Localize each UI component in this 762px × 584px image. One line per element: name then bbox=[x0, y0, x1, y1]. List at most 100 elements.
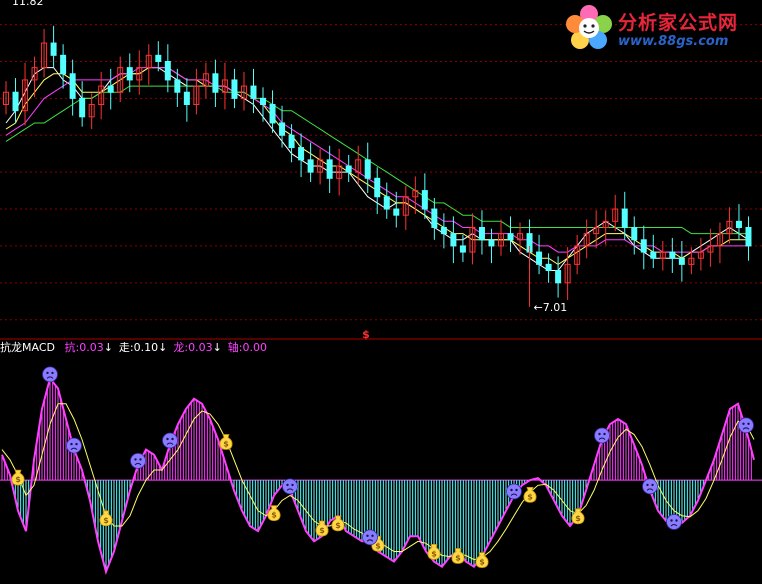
legend-label: 轴: bbox=[227, 341, 243, 354]
candle-body bbox=[393, 208, 400, 216]
svg-text:$: $ bbox=[575, 514, 581, 523]
legend-value: 0.10 bbox=[133, 341, 159, 354]
low-price-text: ←7.01 bbox=[534, 301, 568, 314]
candle-body bbox=[507, 233, 514, 241]
candle-body bbox=[269, 104, 276, 124]
candle-body bbox=[450, 233, 457, 247]
sad-face-icon bbox=[738, 417, 754, 434]
candle-body bbox=[440, 226, 447, 235]
stock-chart: $ 11.82 ←7.01 $ $ $ $ $ $ $ $ $ $ $ $ bbox=[0, 0, 762, 576]
candle-body bbox=[260, 97, 267, 106]
svg-text:$: $ bbox=[103, 516, 109, 525]
candle-body bbox=[735, 220, 742, 228]
legend-item: 抗: 0.03↓ bbox=[64, 340, 112, 356]
candle-body bbox=[231, 79, 238, 99]
money-bag-icon: $ bbox=[523, 486, 537, 503]
legend-arrow: ↓ bbox=[158, 341, 168, 354]
legend-value: 0.03 bbox=[188, 341, 213, 354]
candle-body bbox=[536, 251, 543, 265]
candle-body bbox=[69, 73, 76, 99]
legend-label: 抗: bbox=[64, 341, 80, 354]
svg-text:$: $ bbox=[527, 492, 533, 501]
sad-face-icon bbox=[130, 452, 146, 469]
candle-body bbox=[50, 42, 57, 56]
legend-value: 0.03 bbox=[79, 341, 104, 354]
svg-text:$: $ bbox=[431, 549, 437, 558]
candle-body bbox=[631, 226, 638, 241]
candle-body bbox=[326, 159, 333, 179]
candle-body bbox=[374, 177, 381, 198]
sad-face-icon bbox=[666, 514, 682, 530]
svg-text:$: $ bbox=[479, 558, 485, 567]
legend-item: 龙: 0.03↓ bbox=[173, 340, 221, 356]
candle-body bbox=[288, 134, 295, 149]
svg-text:$: $ bbox=[319, 526, 325, 535]
candle-body bbox=[174, 79, 181, 93]
candle-body bbox=[307, 159, 314, 173]
candle-body bbox=[383, 196, 390, 210]
money-bag-icon: $ bbox=[219, 434, 233, 450]
candle-body bbox=[345, 165, 352, 173]
money-bag-icon: $ bbox=[451, 548, 465, 564]
candle-body bbox=[183, 91, 190, 106]
sad-face-icon bbox=[506, 483, 522, 500]
indicator-values: 抗: 0.03↓ 走: 0.10↓ 龙: 0.03↓ 轴: 0.00 bbox=[58, 340, 267, 356]
legend-arrow: ↓ bbox=[103, 341, 113, 354]
svg-text:$: $ bbox=[375, 541, 381, 550]
candle-body bbox=[364, 159, 371, 179]
sad-face-icon bbox=[594, 427, 610, 444]
logo-url: www.88gs.com bbox=[618, 34, 729, 49]
money-bag-icon: $ bbox=[571, 508, 585, 525]
candle-body bbox=[478, 226, 485, 241]
sad-face-icon bbox=[282, 478, 298, 495]
svg-text:$: $ bbox=[455, 554, 461, 563]
candle-body bbox=[678, 257, 685, 265]
candle-body bbox=[431, 208, 438, 228]
sad-face-icon bbox=[42, 366, 58, 383]
price-grid bbox=[0, 24, 762, 321]
price-high-label: 11.82 bbox=[12, 0, 44, 8]
svg-text:$: $ bbox=[223, 440, 229, 449]
candle-body bbox=[279, 122, 286, 136]
sad-face-icon bbox=[66, 437, 82, 454]
candle-body bbox=[650, 251, 657, 259]
indicator-name: 抗龙MACD bbox=[0, 341, 55, 354]
indicator-legend: 抗龙MACD 抗: 0.03↓ 走: 0.10↓ 龙: 0.03↓ 轴: 0.00 bbox=[0, 340, 267, 356]
legend-label: 走: bbox=[118, 341, 134, 354]
flower-logo-icon bbox=[566, 5, 612, 49]
money-bag-icon: $ bbox=[99, 510, 113, 527]
candle-body bbox=[164, 60, 171, 81]
candle-body bbox=[212, 73, 219, 93]
candle-body bbox=[621, 208, 628, 228]
site-logo: 分析家公式网 www.88gs.com bbox=[562, 2, 758, 54]
candle-body bbox=[640, 239, 647, 253]
candle-body bbox=[60, 54, 67, 75]
svg-text:$: $ bbox=[335, 521, 341, 530]
candle-body bbox=[298, 147, 305, 161]
candle-body bbox=[488, 239, 495, 247]
candle-body bbox=[107, 85, 114, 93]
candle-body bbox=[459, 245, 466, 253]
candle-body bbox=[126, 67, 133, 81]
divider-marker: $ bbox=[362, 328, 370, 341]
legend-item: 轴: 0.00 bbox=[228, 340, 267, 356]
candle-body bbox=[745, 226, 752, 247]
candle-body bbox=[421, 190, 428, 210]
legend-label: 龙: bbox=[173, 341, 189, 354]
logo-title: 分析家公式网 bbox=[618, 12, 739, 34]
candle-body bbox=[555, 270, 562, 284]
candlesticks bbox=[3, 25, 752, 301]
candle-body bbox=[545, 263, 552, 272]
legend-item: 走: 0.10↓ bbox=[119, 340, 167, 356]
svg-text:$: $ bbox=[15, 475, 21, 484]
candle-body bbox=[79, 97, 86, 118]
candle-body bbox=[250, 85, 257, 99]
candle-body bbox=[155, 54, 162, 62]
sad-face-icon bbox=[362, 529, 378, 546]
sad-face-icon bbox=[162, 432, 178, 449]
sad-face-icon bbox=[642, 478, 658, 495]
legend-value: 0.00 bbox=[242, 341, 268, 354]
svg-text:$: $ bbox=[271, 511, 277, 520]
candle-body bbox=[12, 91, 19, 112]
candle-body bbox=[669, 251, 676, 259]
